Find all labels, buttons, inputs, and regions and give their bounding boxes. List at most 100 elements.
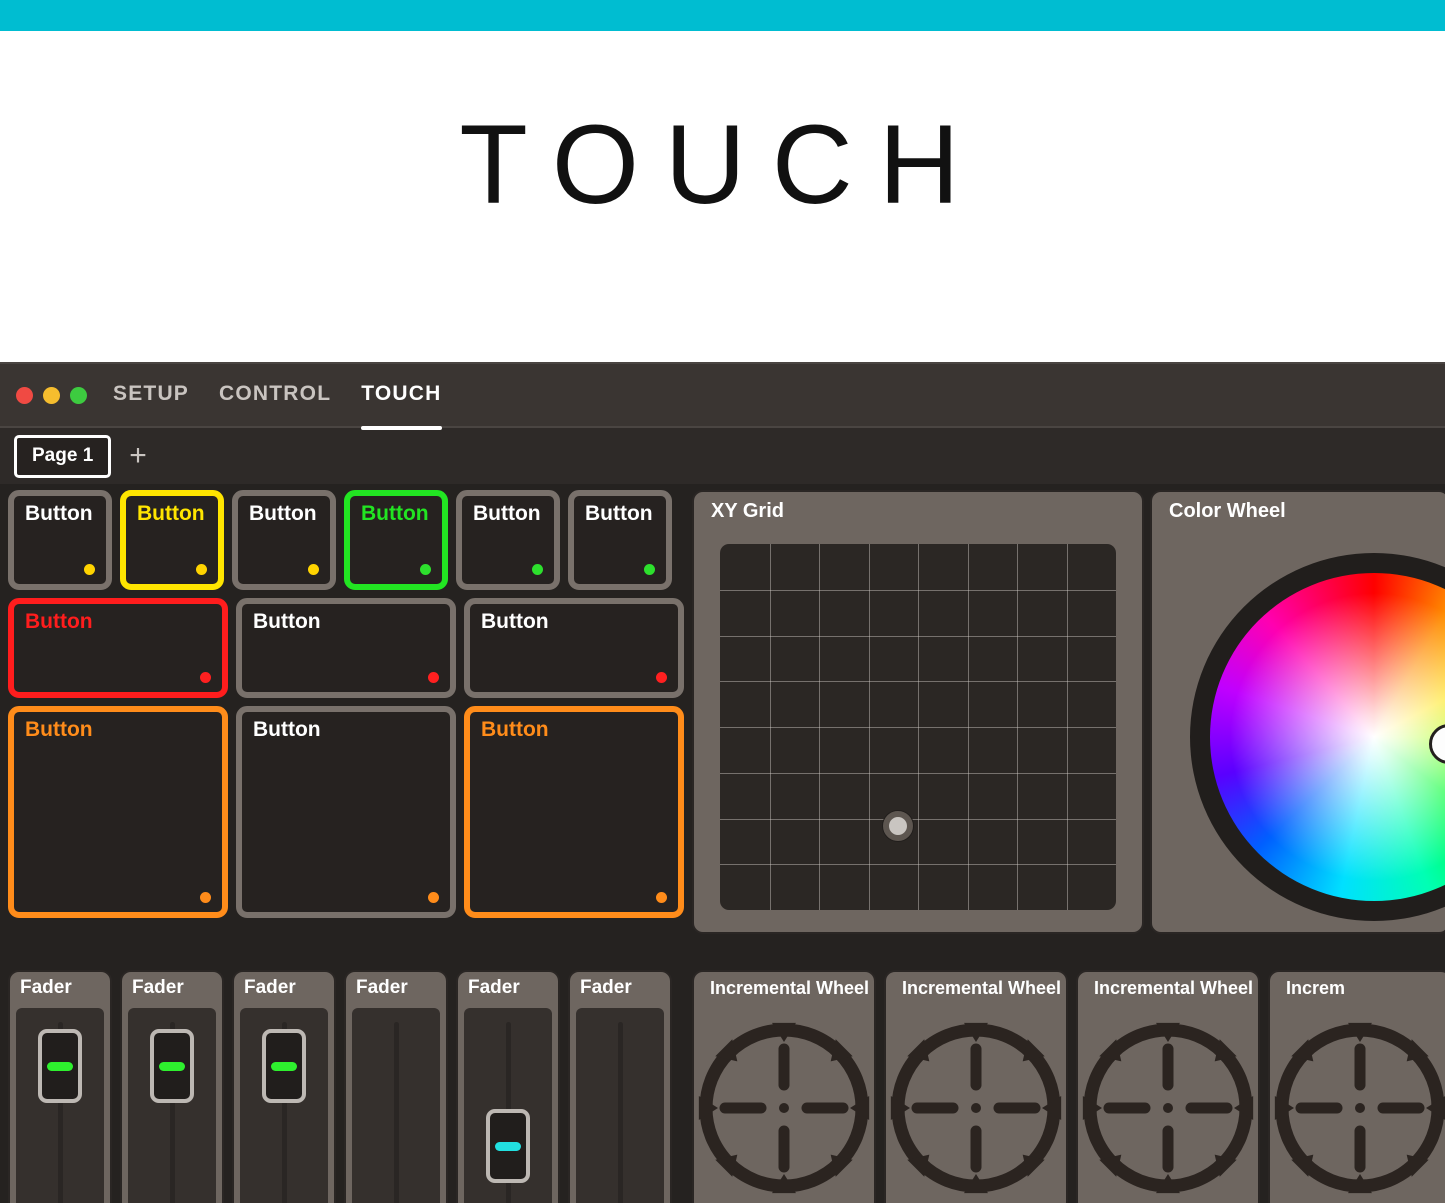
fader-track[interactable]: [352, 1008, 440, 1203]
touch-button[interactable]: Button: [236, 598, 456, 698]
incremental-wheel-panel[interactable]: Incremental Wheel: [884, 970, 1068, 1203]
incremental-wheel-dial-icon[interactable]: [887, 1019, 1065, 1197]
fader-track[interactable]: [240, 1008, 328, 1203]
fader-rail: [393, 1022, 399, 1203]
color-wheel-column: Color Wheel: [1150, 490, 1445, 934]
touch-button[interactable]: Button: [8, 706, 228, 918]
tab-touch[interactable]: TOUCH: [361, 382, 442, 430]
incremental-wheel-dial-icon[interactable]: [1079, 1019, 1257, 1197]
fader-track[interactable]: [128, 1008, 216, 1203]
xy-grid-column: XY Grid: [692, 490, 1144, 934]
button-grid: Button Button Button Button Button Button But…: [8, 490, 684, 926]
fader-label: Fader: [244, 977, 296, 998]
fader-track[interactable]: [576, 1008, 664, 1203]
touch-button[interactable]: Button: [8, 490, 112, 590]
fader-handle[interactable]: [38, 1029, 82, 1103]
maximize-icon[interactable]: [70, 386, 87, 404]
color-wheel-ring: [1190, 553, 1445, 921]
fader-handle-led-icon: [495, 1141, 521, 1151]
touch-button[interactable]: Button: [120, 490, 224, 590]
touch-button-label: Button: [25, 718, 93, 741]
touch-button-label: Button: [585, 502, 653, 525]
page-title: TOUCH: [459, 102, 986, 227]
touch-button-label: Button: [25, 502, 93, 525]
fader-handle[interactable]: [150, 1029, 194, 1103]
touch-button-label: Button: [249, 502, 317, 525]
xy-grid-surface[interactable]: [720, 544, 1116, 910]
fader-track[interactable]: [464, 1008, 552, 1203]
xy-grid-line: [1066, 544, 1068, 910]
wheel-bank: Incremental Wheel Incremental Wheel Increm…: [692, 970, 1445, 1203]
touch-button-led-icon: [84, 564, 95, 575]
touch-button-label: Button: [253, 610, 321, 633]
touch-button[interactable]: Button: [464, 598, 684, 698]
touch-button-led-icon: [200, 892, 211, 903]
touch-button-led-icon: [196, 564, 207, 575]
touch-button-label: Button: [25, 610, 93, 633]
add-page-icon[interactable]: +: [129, 441, 147, 471]
touch-button[interactable]: Button: [456, 490, 560, 590]
minimize-icon[interactable]: [43, 386, 60, 404]
window-titlebar: SETUP CONTROL TOUCH: [0, 364, 1445, 430]
color-wheel-title: Color Wheel: [1169, 500, 1286, 522]
fader[interactable]: Fader: [568, 970, 672, 1203]
app-window: SETUP CONTROL TOUCH Page 1 + Button Butto…: [0, 362, 1445, 1203]
touch-button-led-icon: [644, 564, 655, 575]
fader[interactable]: Fader: [8, 970, 112, 1203]
fader[interactable]: Fader: [232, 970, 336, 1203]
touch-board: Button Button Button Button Button Button But…: [0, 484, 1445, 1203]
fader-label: Fader: [20, 977, 72, 998]
touch-button-led-icon: [532, 564, 543, 575]
traffic-lights: [16, 386, 87, 404]
touch-button[interactable]: Button: [464, 706, 684, 918]
incremental-wheel-label: Incremental Wheel: [902, 978, 1062, 998]
fader-label: Fader: [132, 977, 184, 998]
fader-label: Fader: [580, 977, 632, 998]
xy-grid-line: [769, 544, 771, 910]
color-wheel-disc[interactable]: [1210, 573, 1445, 901]
touch-button-label: Button: [361, 502, 429, 525]
touch-button[interactable]: Button: [568, 490, 672, 590]
button-row-2: Button Button Button: [8, 598, 684, 698]
fader-handle[interactable]: [486, 1109, 530, 1183]
fader-label: Fader: [468, 977, 520, 998]
touch-button-led-icon: [308, 564, 319, 575]
fader[interactable]: Fader: [344, 970, 448, 1203]
close-icon[interactable]: [16, 386, 33, 404]
touch-button[interactable]: Button: [8, 598, 228, 698]
color-wheel-panel[interactable]: Color Wheel: [1150, 490, 1445, 934]
tab-setup[interactable]: SETUP: [113, 382, 189, 408]
incremental-wheel-dial-icon[interactable]: [1271, 1019, 1445, 1197]
button-row-1: Button Button Button Button Button Button: [8, 490, 684, 590]
incremental-wheel-panel[interactable]: Increm: [1268, 970, 1445, 1203]
tab-control[interactable]: CONTROL: [219, 382, 331, 408]
incremental-wheel-dial-icon[interactable]: [695, 1019, 873, 1197]
fader[interactable]: Fader: [120, 970, 224, 1203]
fader-bank: Fader Fader Fader Fader Fader Fader: [8, 970, 672, 1203]
fader-handle[interactable]: [262, 1029, 306, 1103]
xy-grid-panel[interactable]: XY Grid: [692, 490, 1144, 934]
fader-rail: [617, 1022, 623, 1203]
incremental-wheel-panel[interactable]: Incremental Wheel: [692, 970, 876, 1203]
xy-grid-line: [1017, 544, 1018, 910]
touch-button-led-icon: [200, 672, 211, 683]
touch-button[interactable]: Button: [344, 490, 448, 590]
xy-grid-line: [967, 544, 969, 910]
fader-handle-led-icon: [47, 1061, 73, 1071]
touch-button-label: Button: [253, 718, 321, 741]
fader-track[interactable]: [16, 1008, 104, 1203]
page-tab-1[interactable]: Page 1: [14, 434, 112, 478]
color-wheel-puck[interactable]: [1429, 723, 1445, 764]
fader-handle-led-icon: [159, 1061, 185, 1071]
touch-button[interactable]: Button: [236, 706, 456, 918]
hero-section: TOUCH: [0, 31, 1445, 362]
fader-label: Fader: [356, 977, 408, 998]
fader[interactable]: Fader: [456, 970, 560, 1203]
incremental-wheel-panel[interactable]: Incremental Wheel: [1076, 970, 1260, 1203]
touch-button-led-icon: [656, 672, 667, 683]
xy-grid-puck[interactable]: [883, 810, 914, 841]
touch-button-led-icon: [656, 892, 667, 903]
touch-button-led-icon: [428, 672, 439, 683]
accent-top-bar: [0, 0, 1445, 31]
touch-button[interactable]: Button: [232, 490, 336, 590]
